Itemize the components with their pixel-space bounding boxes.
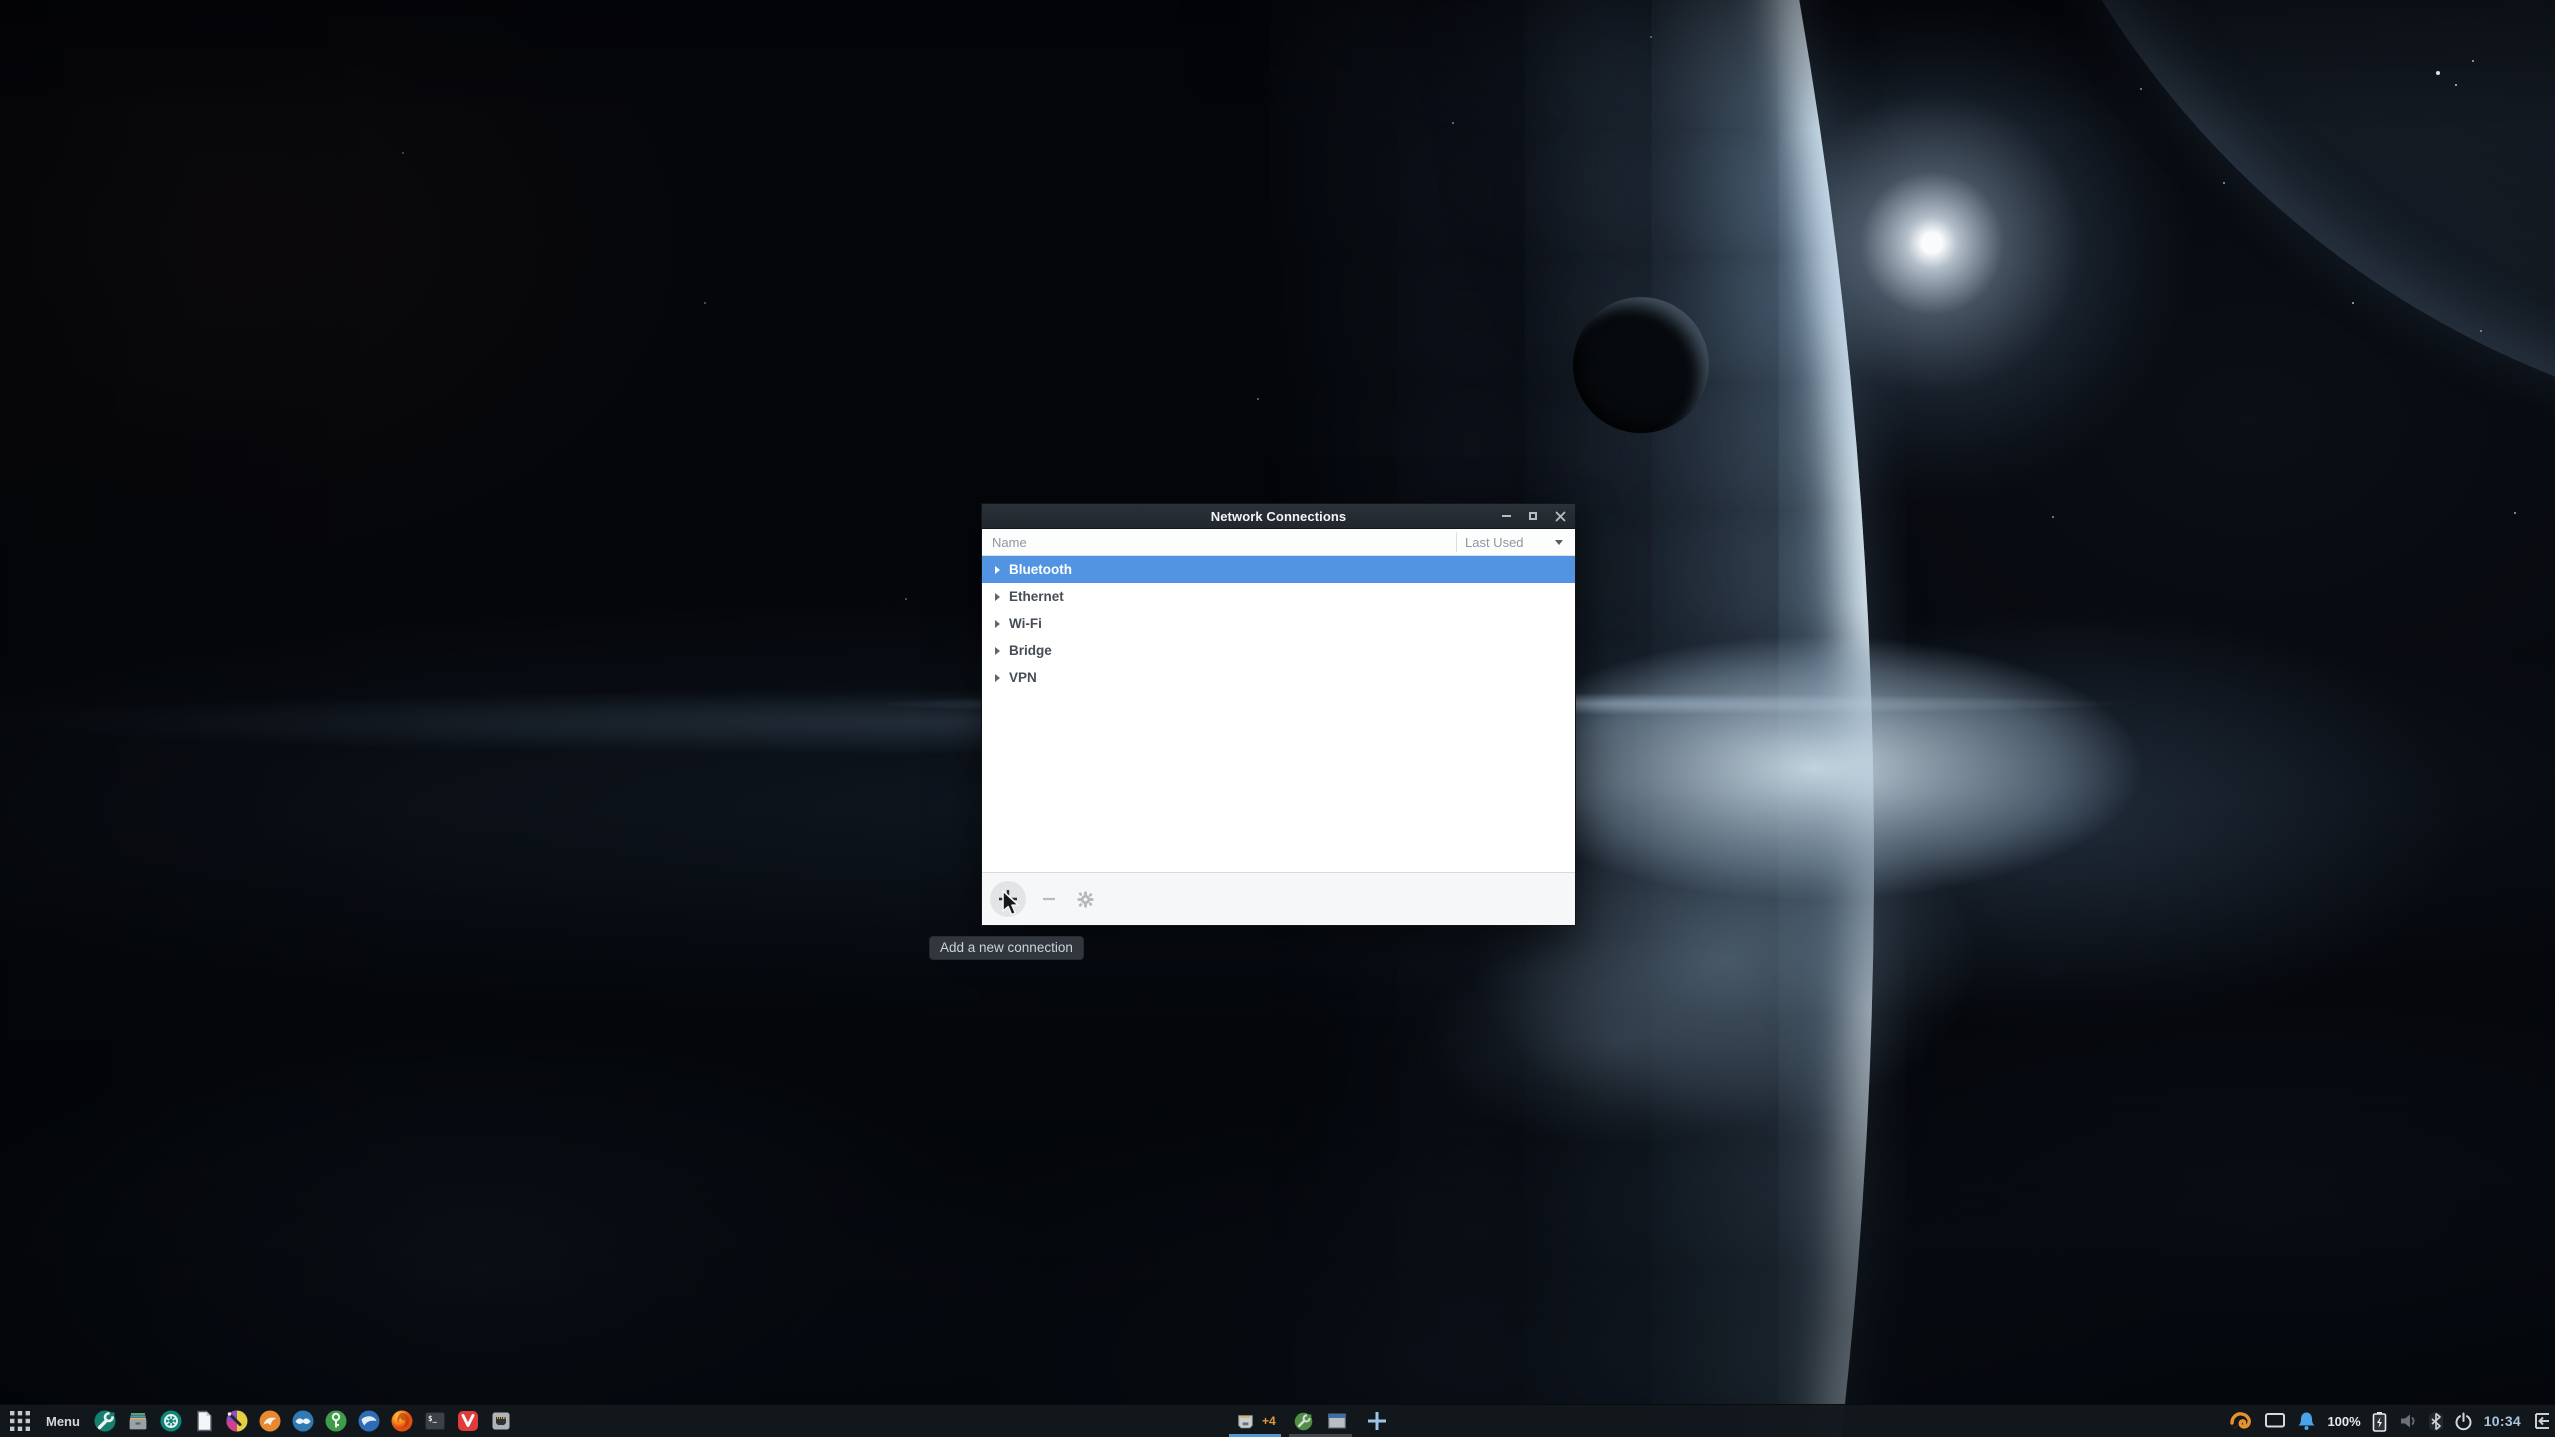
maximize-button[interactable] bbox=[1527, 510, 1539, 522]
minimize-icon bbox=[1502, 515, 1511, 517]
firefox-browser-icon bbox=[390, 1409, 414, 1433]
launcher-file-cabinet[interactable] bbox=[126, 1409, 150, 1433]
launcher-vivaldi-browser[interactable] bbox=[456, 1409, 480, 1433]
window-group-badge: +4 bbox=[1262, 1414, 1276, 1428]
notifications-tray-button[interactable] bbox=[2297, 1411, 2316, 1431]
sync-client-icon bbox=[2229, 1409, 2253, 1433]
vivaldi-browser-icon bbox=[456, 1409, 480, 1433]
window-item-system-tools[interactable] bbox=[1293, 1411, 1314, 1432]
display-icon bbox=[2264, 1411, 2286, 1431]
plus-app-icon bbox=[1365, 1409, 1389, 1433]
list-item-vpn[interactable]: VPN bbox=[982, 664, 1575, 691]
battery-charging-icon bbox=[2372, 1411, 2387, 1432]
column-header-name[interactable]: Name bbox=[982, 535, 1456, 550]
show-desktop-button[interactable] bbox=[2532, 1411, 2552, 1431]
expander-icon[interactable] bbox=[995, 647, 1000, 655]
thunderbird-mail-icon bbox=[357, 1409, 381, 1433]
launcher-shutter-viewer[interactable] bbox=[159, 1409, 183, 1433]
taskbar: Menu bbox=[0, 1404, 2555, 1437]
network-connections-window-icon bbox=[1234, 1410, 1257, 1433]
color-picker-icon bbox=[225, 1409, 249, 1433]
launcher-terminal[interactable]: $_ bbox=[423, 1409, 447, 1433]
close-button[interactable] bbox=[1554, 510, 1566, 522]
show-desktop-icon bbox=[2532, 1411, 2552, 1431]
bluetooth-icon bbox=[2429, 1411, 2443, 1432]
star-field bbox=[0, 0, 2, 2]
edit-connection-button[interactable] bbox=[1072, 886, 1098, 912]
list-item-bridge[interactable]: Bridge bbox=[982, 637, 1575, 664]
launcher-text-document[interactable] bbox=[192, 1409, 216, 1433]
mouse-cursor bbox=[1001, 890, 1027, 918]
gear-icon bbox=[1077, 891, 1094, 908]
launcher-network-jack[interactable] bbox=[489, 1409, 513, 1433]
launcher-firefox-browser[interactable] bbox=[390, 1409, 414, 1433]
window-list: +4 bbox=[1232, 1405, 1391, 1437]
display-tray-button[interactable] bbox=[2264, 1411, 2286, 1431]
list-item-wifi[interactable]: Wi-Fi bbox=[982, 610, 1575, 637]
volume-icon bbox=[2398, 1411, 2418, 1431]
list-item-ethernet[interactable]: Ethernet bbox=[982, 583, 1575, 610]
network-jack-icon bbox=[489, 1409, 513, 1433]
launcher-color-picker[interactable] bbox=[225, 1409, 249, 1433]
expander-icon[interactable] bbox=[995, 674, 1000, 682]
file-cabinet-icon bbox=[126, 1409, 150, 1433]
expander-icon[interactable] bbox=[995, 593, 1000, 601]
text-document-icon bbox=[192, 1409, 216, 1433]
list-item-bluetooth[interactable]: Bluetooth bbox=[982, 556, 1575, 583]
window-controls bbox=[1500, 504, 1566, 528]
window-group-secondary bbox=[1291, 1405, 1350, 1437]
taskbar-left: Menu bbox=[4, 1409, 513, 1433]
notifications-bell-icon bbox=[2297, 1411, 2316, 1431]
shutter-viewer-icon bbox=[159, 1409, 183, 1433]
column-separator bbox=[1456, 532, 1457, 552]
desktop: Network Connections Name Last Used Bluet… bbox=[0, 0, 2555, 1437]
terminal-icon: $_ bbox=[423, 1409, 447, 1433]
power-icon bbox=[2454, 1412, 2473, 1431]
titlebar[interactable]: Network Connections bbox=[982, 504, 1575, 529]
last-used-label: Last Used bbox=[1465, 535, 1524, 550]
network-connections-window: Network Connections Name Last Used Bluet… bbox=[981, 503, 1576, 926]
power-tray-button[interactable] bbox=[2454, 1412, 2473, 1431]
keepassxc-icon bbox=[324, 1409, 348, 1433]
app-grid-icon bbox=[10, 1411, 30, 1431]
launcher-orange-media-app[interactable] bbox=[258, 1409, 282, 1433]
connection-type-list: Bluetooth Ethernet Wi-Fi Bridge VPN bbox=[982, 556, 1575, 872]
bluetooth-tray-button[interactable] bbox=[2429, 1411, 2443, 1432]
battery-percent-label: 100% bbox=[2327, 1414, 2360, 1429]
clock[interactable]: 10:34 bbox=[2484, 1413, 2521, 1429]
expander-icon[interactable] bbox=[995, 566, 1000, 574]
sync-client-tray-button[interactable] bbox=[2229, 1409, 2253, 1433]
system-tools-icon bbox=[93, 1409, 117, 1433]
launcher-system-tools[interactable] bbox=[93, 1409, 117, 1433]
launcher-keepassxc[interactable] bbox=[324, 1409, 348, 1433]
close-icon bbox=[1555, 511, 1566, 522]
remove-connection-button[interactable] bbox=[1036, 886, 1062, 912]
battery-tray-button[interactable] bbox=[2372, 1411, 2387, 1432]
app-grid-button[interactable] bbox=[8, 1409, 32, 1433]
list-header: Name Last Used bbox=[982, 529, 1575, 556]
window-toolbar bbox=[982, 872, 1575, 925]
svg-text:$_: $_ bbox=[428, 1414, 438, 1423]
column-header-last-used[interactable]: Last Used bbox=[1456, 535, 1575, 550]
menu-button[interactable]: Menu bbox=[46, 1414, 80, 1429]
system-tools-window-icon bbox=[1293, 1411, 1314, 1432]
launcher-thunderbird-mail[interactable] bbox=[357, 1409, 381, 1433]
volume-tray-button[interactable] bbox=[2398, 1411, 2418, 1431]
window-title: Network Connections bbox=[1211, 509, 1347, 524]
ferdium-messenger-icon bbox=[291, 1409, 315, 1433]
minimize-button[interactable] bbox=[1500, 510, 1512, 522]
expander-icon[interactable] bbox=[995, 620, 1000, 628]
sort-dropdown-icon bbox=[1555, 540, 1563, 545]
launcher-ferdium-messenger[interactable] bbox=[291, 1409, 315, 1433]
maximize-icon bbox=[1529, 512, 1537, 520]
window-group-network-connections[interactable]: +4 bbox=[1232, 1405, 1278, 1437]
window-item-plus-app[interactable] bbox=[1363, 1405, 1391, 1437]
window-item-generic[interactable] bbox=[1326, 1410, 1348, 1432]
tooltip: Add a new connection bbox=[929, 936, 1084, 960]
generic-window-icon bbox=[1326, 1410, 1348, 1432]
system-tray: 100% bbox=[2229, 1405, 2552, 1437]
orange-media-app-icon bbox=[258, 1409, 282, 1433]
minus-icon bbox=[1041, 891, 1057, 907]
